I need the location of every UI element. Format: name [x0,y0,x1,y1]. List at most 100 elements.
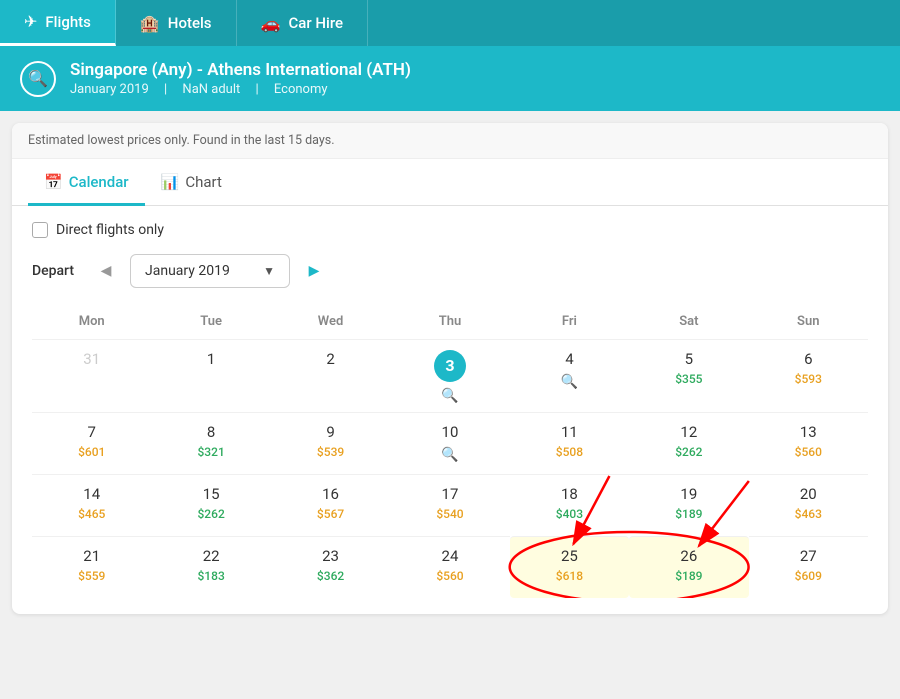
day-num-26: 26 [680,547,697,565]
cal-cell-4[interactable]: 4🔍 [510,339,629,412]
day-num-21: 21 [83,547,100,565]
direct-flights-row: Direct flights only [32,222,868,238]
cal-cell-3[interactable]: 3🔍 [390,339,509,412]
cal-cell-22[interactable]: 22$183 [151,536,270,598]
cal-cell-2[interactable]: 2 [271,339,390,412]
day-num-19: 19 [680,485,697,503]
route-title: Singapore (Any) - Athens International (… [70,60,411,80]
day-num-2: 2 [326,350,334,368]
meta-sep1: | [164,82,170,97]
day-num-25: 25 [561,547,578,565]
search-icon[interactable]: 🔍 [20,61,56,97]
view-tab-calendar[interactable]: 📅 Calendar [28,159,145,206]
direct-flights-label[interactable]: Direct flights only [56,222,164,238]
next-month-button[interactable]: ▶ [300,257,328,285]
cal-cell-21[interactable]: 21 $559 [32,536,151,598]
prev-month-button[interactable]: ◀ [92,257,120,285]
search-info: Singapore (Any) - Athens International (… [70,60,411,97]
notice-text: Estimated lowest prices only. Found in t… [12,123,888,159]
cal-cell-18[interactable]: 18 $403 [510,474,629,536]
day-num-6: 6 [804,350,812,368]
cal-cell-17[interactable]: 17$540 [390,474,509,536]
day-num-3: 3 [434,350,466,382]
cal-cell-8[interactable]: 8 $321 [151,412,270,474]
cal-cell-9[interactable]: 9$539 [271,412,390,474]
header-fri: Fri [510,308,629,335]
cal-cell-6[interactable]: 6 $593 [749,339,868,412]
price-27: $609 [795,569,822,583]
price-6: $593 [795,372,822,386]
tab-car-hire[interactable]: 🚗 Car Hire [237,0,369,46]
day-num-18: 18 [561,485,578,503]
price-13: $560 [795,445,822,459]
header-thu: Thu [390,308,509,335]
price-9: $539 [317,445,344,459]
search-mag-3[interactable]: 🔍 [441,388,458,404]
car-icon: 🚗 [261,14,281,33]
day-num-8: 8 [207,423,215,441]
cal-cell-25[interactable]: 25$618 [510,536,629,598]
calendar-icon: 📅 [44,173,63,191]
calendar-header: Mon Tue Wed Thu Fri Sat Sun [32,308,868,335]
price-12: $262 [675,445,702,459]
cal-cell-16[interactable]: 16$567 [271,474,390,536]
tab-hotels[interactable]: 🏨 Hotels [116,0,237,46]
cal-cell-7[interactable]: 7$601 [32,412,151,474]
view-tab-chart[interactable]: 📊 Chart [145,159,238,206]
cal-cell-5[interactable]: 5$355 [629,339,748,412]
day-num-5: 5 [685,350,693,368]
calendar-tab-label: Calendar [69,173,129,191]
cal-cell-23[interactable]: 23$362 [271,536,390,598]
header-sun: Sun [749,308,868,335]
price-21: $559 [78,569,105,583]
main-content: Estimated lowest prices only. Found in t… [12,123,888,614]
price-11: $508 [556,445,583,459]
search-mag-4[interactable]: 🔍 [561,374,578,390]
chart-icon: 📊 [161,173,180,191]
price-19: $189 [675,507,702,521]
day-num-15: 15 [203,485,220,503]
cal-cell-15[interactable]: 15 $262 [151,474,270,536]
header-mon: Mon [32,308,151,335]
depart-label: Depart [32,263,82,279]
flights-icon: ✈ [24,12,37,31]
cal-cell-14[interactable]: 14$465 [32,474,151,536]
cal-cell-1[interactable]: 1 [151,339,270,412]
cal-cell-20[interactable]: 20$463 [749,474,868,536]
day-num-13: 13 [800,423,817,441]
search-meta: January 2019 | NaN adult | Economy [70,82,411,97]
price-20: $463 [795,507,822,521]
cal-cell-19[interactable]: 19 $189 [629,474,748,536]
price-15: $262 [197,507,224,521]
search-month: January 2019 [70,82,149,97]
price-8: $321 [197,445,224,459]
dropdown-arrow-icon: ▼ [263,264,275,278]
cal-cell-26[interactable]: 26$189 [629,536,748,598]
price-18: $403 [556,507,583,521]
cal-cell-24[interactable]: 24$560 [390,536,509,598]
calendar-section: Direct flights only Depart ◀ January 201… [12,206,888,614]
price-23: $362 [317,569,344,583]
direct-flights-checkbox[interactable] [32,222,48,238]
cal-cell-11[interactable]: 11 $508 [510,412,629,474]
price-7: $601 [78,445,105,459]
price-24: $560 [436,569,463,583]
cal-cell-31[interactable]: 31 [32,339,151,412]
app-container: ✈ Flights 🏨 Hotels 🚗 Car Hire 🔍 Singapor… [0,0,900,614]
tab-flights[interactable]: ✈ Flights [0,0,116,46]
depart-row: Depart ◀ January 2019 ▼ ▶ [32,254,868,288]
cal-cell-27[interactable]: 27$609 [749,536,868,598]
search-mag-10[interactable]: 🔍 [441,447,458,463]
cal-cell-13[interactable]: 13 $560 [749,412,868,474]
price-22: $183 [197,569,224,583]
cal-cell-12[interactable]: 12 $262 [629,412,748,474]
tab-car-hire-label: Car Hire [288,14,343,32]
search-class: Economy [274,82,328,97]
day-num-11: 11 [561,423,578,441]
day-num-12: 12 [680,423,697,441]
hotels-icon: 🏨 [140,14,160,33]
day-num-31: 31 [83,350,100,368]
header-tue: Tue [151,308,270,335]
cal-cell-10[interactable]: 10🔍 [390,412,509,474]
month-selector[interactable]: January 2019 ▼ [130,254,290,288]
